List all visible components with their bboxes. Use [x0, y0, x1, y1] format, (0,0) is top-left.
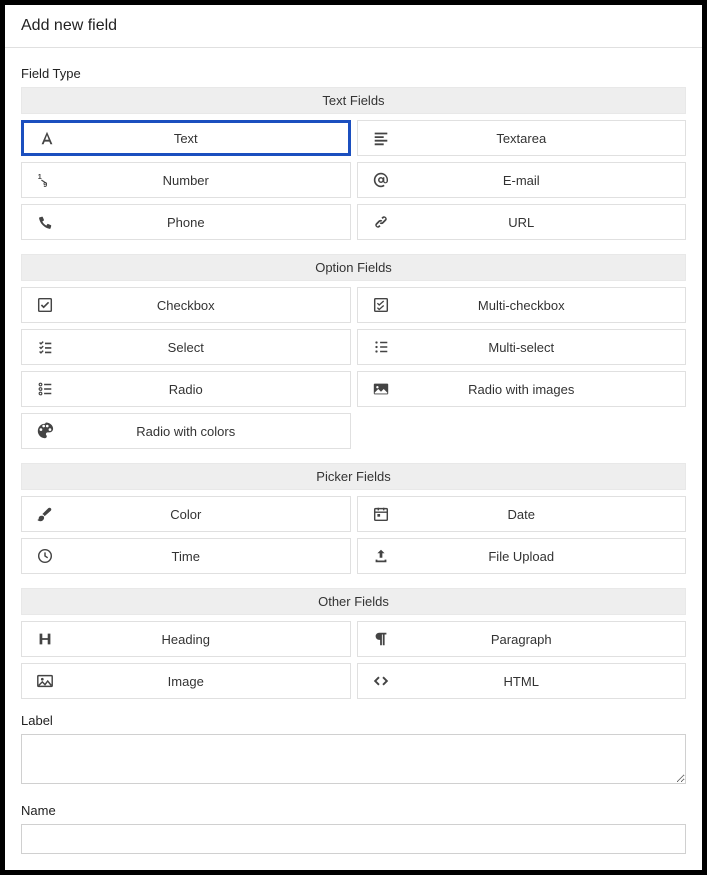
- font-icon: [24, 129, 70, 147]
- radio-list-icon: [22, 380, 68, 398]
- field-type-label: Radio with images: [404, 382, 686, 397]
- field-type-label: Text: [70, 131, 348, 146]
- list-check-icon: [22, 338, 68, 356]
- field-type-date[interactable]: Date: [357, 496, 687, 532]
- multi-checkbox-icon: [358, 296, 404, 314]
- align-left-icon: [358, 129, 404, 147]
- field-type-multi-select[interactable]: Multi-select: [357, 329, 687, 365]
- field-type-paragraph[interactable]: Paragraph: [357, 621, 687, 657]
- field-type-checkbox[interactable]: Checkbox: [21, 287, 351, 323]
- number-icon: [22, 171, 68, 189]
- code-icon: [358, 672, 404, 690]
- field-type-time[interactable]: Time: [21, 538, 351, 574]
- field-type-label: Image: [68, 674, 350, 689]
- group-header: Other Fields: [21, 588, 686, 615]
- heading-icon: [22, 630, 68, 648]
- image-icon: [22, 672, 68, 690]
- field-type-label: Date: [404, 507, 686, 522]
- field-type-multi-checkbox[interactable]: Multi-checkbox: [357, 287, 687, 323]
- field-type-label: Checkbox: [68, 298, 350, 313]
- paragraph-icon: [358, 630, 404, 648]
- field-type-html[interactable]: HTML: [357, 663, 687, 699]
- brush-icon: [22, 505, 68, 523]
- field-type-color[interactable]: Color: [21, 496, 351, 532]
- field-type-textarea[interactable]: Textarea: [357, 120, 687, 156]
- add-field-dialog: Add new field Field Type Text Fields Text…: [5, 5, 702, 870]
- field-type-email[interactable]: E-mail: [357, 162, 687, 198]
- field-type-label: File Upload: [404, 549, 686, 564]
- field-type-radio[interactable]: Radio: [21, 371, 351, 407]
- field-type-select[interactable]: Select: [21, 329, 351, 365]
- field-type-label: Multi-select: [404, 340, 686, 355]
- link-icon: [358, 213, 404, 231]
- palette-icon: [22, 422, 68, 440]
- field-type-phone[interactable]: Phone: [21, 204, 351, 240]
- name-label: Name: [21, 803, 686, 818]
- clock-icon: [22, 547, 68, 565]
- multi-list-icon: [358, 338, 404, 356]
- field-type-number[interactable]: Number: [21, 162, 351, 198]
- name-input[interactable]: [21, 824, 686, 854]
- label-input[interactable]: [21, 734, 686, 784]
- field-type-label: Number: [68, 173, 350, 188]
- field-type-upload[interactable]: File Upload: [357, 538, 687, 574]
- group-header: Picker Fields: [21, 463, 686, 490]
- phone-icon: [22, 213, 68, 231]
- at-icon: [358, 171, 404, 189]
- label-label: Label: [21, 713, 686, 728]
- field-type-label: Color: [68, 507, 350, 522]
- field-type-url[interactable]: URL: [357, 204, 687, 240]
- field-type-radio-images[interactable]: Radio with images: [357, 371, 687, 407]
- field-type-label: Radio: [68, 382, 350, 397]
- field-type-label: Heading: [68, 632, 350, 647]
- field-type-label: Select: [68, 340, 350, 355]
- field-type-label: E-mail: [404, 173, 686, 188]
- field-type-label: Time: [68, 549, 350, 564]
- group-header: Text Fields: [21, 87, 686, 114]
- field-type-label: Multi-checkbox: [404, 298, 686, 313]
- field-type-label: Textarea: [404, 131, 686, 146]
- image-radio-icon: [358, 380, 404, 398]
- field-type-heading[interactable]: Heading: [21, 621, 351, 657]
- upload-icon: [358, 547, 404, 565]
- field-type-label: Paragraph: [404, 632, 686, 647]
- field-type-label: HTML: [404, 674, 686, 689]
- field-type-label: Phone: [68, 215, 350, 230]
- field-type-image[interactable]: Image: [21, 663, 351, 699]
- group-header: Option Fields: [21, 254, 686, 281]
- checkbox-icon: [22, 296, 68, 314]
- calendar-icon: [358, 505, 404, 523]
- field-type-text[interactable]: Text: [21, 120, 351, 156]
- field-type-label: Radio with colors: [68, 424, 350, 439]
- field-type-radio-colors[interactable]: Radio with colors: [21, 413, 351, 449]
- dialog-title: Add new field: [5, 5, 702, 48]
- field-type-label: URL: [404, 215, 686, 230]
- field-type-label: Field Type: [21, 66, 686, 81]
